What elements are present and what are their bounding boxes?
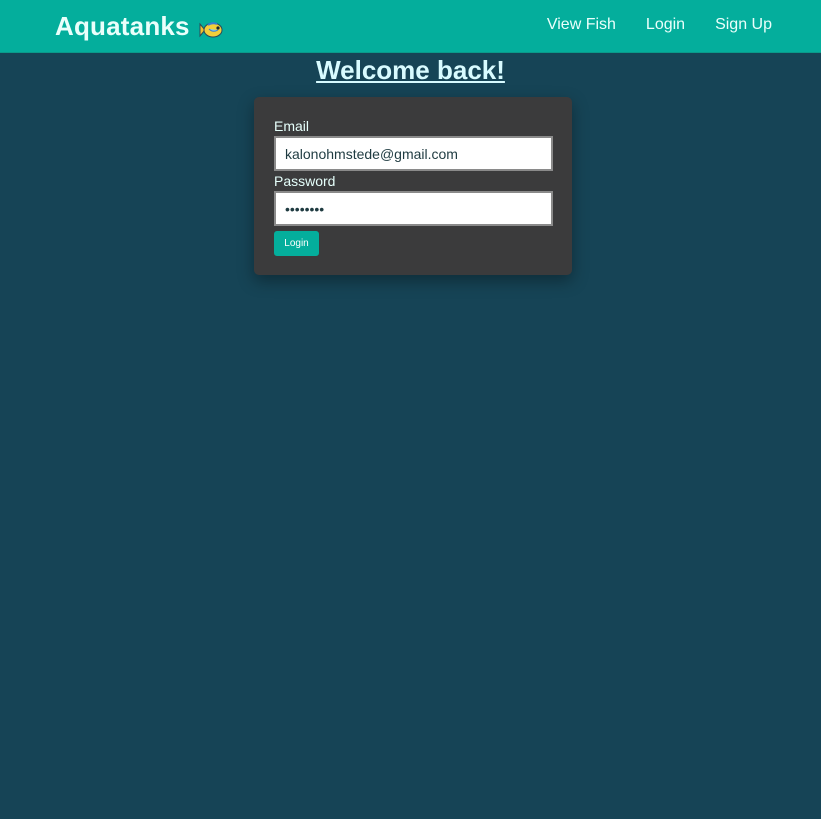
nav-sign-up[interactable]: Sign Up [715, 14, 772, 36]
nav-links: View Fish Login Sign Up [547, 14, 772, 36]
brand-link[interactable]: Aquatanks [55, 10, 224, 42]
email-field[interactable] [274, 136, 553, 171]
brand-name: Aquatanks [55, 10, 190, 41]
page-title: Welcome back! [316, 55, 505, 85]
nav-view-fish[interactable]: View Fish [547, 14, 616, 36]
password-label: Password [274, 173, 336, 189]
login-card: Email Password Login [254, 97, 572, 275]
login-button[interactable]: Login [274, 231, 319, 256]
navbar: Aquatanks View Fish Login Sign Up [0, 0, 821, 53]
password-field[interactable] [274, 191, 553, 226]
nav-login[interactable]: Login [646, 14, 685, 36]
fish-icon [198, 16, 224, 38]
email-label: Email [274, 118, 310, 134]
